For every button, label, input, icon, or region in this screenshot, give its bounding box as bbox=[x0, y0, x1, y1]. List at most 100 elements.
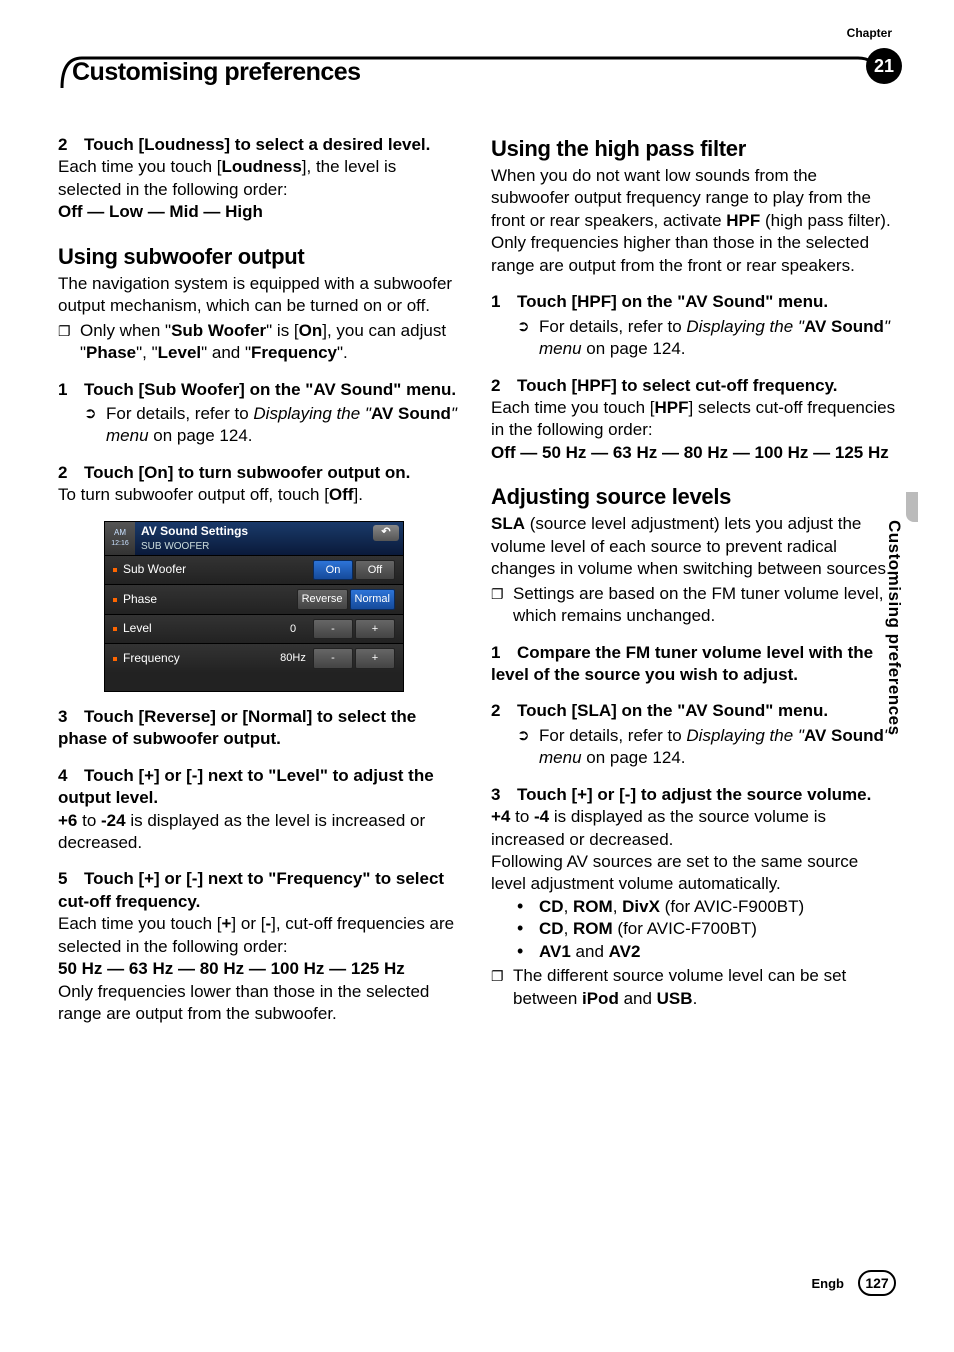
step-number: 5 bbox=[58, 868, 84, 890]
step-body: +6 to -24 is displayed as the level is i… bbox=[58, 810, 463, 855]
note-icon: ❐ bbox=[491, 965, 513, 987]
chapter-label: Chapter bbox=[847, 26, 892, 40]
step-number: 3 bbox=[491, 784, 517, 806]
note-row: ❐ The different source volume level can … bbox=[491, 965, 896, 1010]
device-value: 80Hz bbox=[275, 651, 311, 666]
step: 2Touch [On] to turn subwoofer output on.… bbox=[58, 462, 463, 507]
step-number: 1 bbox=[491, 642, 517, 664]
step-body: Only frequencies lower than those in the… bbox=[58, 981, 463, 1026]
device-row-level: Level 0 - + bbox=[105, 614, 403, 644]
language-label: Engb bbox=[812, 1276, 845, 1291]
section-intro: The navigation system is equipped with a… bbox=[58, 273, 463, 318]
page-title: Customising preferences bbox=[72, 58, 361, 87]
device-on-button[interactable]: On bbox=[313, 560, 353, 581]
step-title: Touch [Loudness] to select a desired lev… bbox=[84, 135, 430, 154]
reference-row: ➲ For details, refer to Displaying the "… bbox=[58, 403, 463, 448]
device-row-label: Level bbox=[123, 621, 275, 637]
device-source-icon: AM 12:16 bbox=[105, 522, 135, 555]
step-number: 2 bbox=[58, 134, 84, 156]
step: 1Touch [HPF] on the "AV Sound" menu. ➲ F… bbox=[491, 291, 896, 360]
reference-text: For details, refer to Displaying the "AV… bbox=[539, 316, 896, 361]
step-title: Compare the FM tuner volume level with t… bbox=[491, 643, 873, 684]
step-title: Touch [On] to turn subwoofer output on. bbox=[84, 463, 410, 482]
device-row-label: Phase bbox=[123, 592, 295, 608]
footer: Engb 127 bbox=[812, 1270, 897, 1296]
step-body: To turn subwoofer output off, touch [Off… bbox=[58, 484, 463, 506]
page-number: 127 bbox=[858, 1270, 896, 1296]
step-title: Touch [Reverse] or [Normal] to select th… bbox=[58, 707, 416, 748]
device-minus-button[interactable]: - bbox=[313, 619, 353, 640]
step: 5Touch [+] or [-] next to "Frequency" to… bbox=[58, 868, 463, 1025]
header-bar: Customising preferences 21 bbox=[58, 54, 896, 90]
section-intro: When you do not want low sounds from the… bbox=[491, 165, 896, 277]
step-number: 3 bbox=[58, 706, 84, 728]
step-title: Touch [+] or [-] to adjust the source vo… bbox=[517, 785, 871, 804]
reference-row: ➲ For details, refer to Displaying the "… bbox=[491, 316, 896, 361]
step-title: Touch [Sub Woofer] on the "AV Sound" men… bbox=[84, 380, 456, 399]
note-text: Settings are based on the FM tuner volum… bbox=[513, 583, 896, 628]
content-columns: 2Touch [Loudness] to select a desired le… bbox=[58, 134, 896, 1242]
right-column: Using the high pass filter When you do n… bbox=[491, 134, 896, 1242]
step-body: +4 to -4 is displayed as the source volu… bbox=[491, 806, 896, 851]
step: 3Touch [Reverse] or [Normal] to select t… bbox=[58, 706, 463, 751]
step-number: 1 bbox=[58, 379, 84, 401]
note-icon: ❐ bbox=[58, 320, 80, 342]
step: 2Touch [SLA] on the "AV Sound" menu. ➲ F… bbox=[491, 700, 896, 769]
section-heading: Using subwoofer output bbox=[58, 242, 463, 271]
step-number: 2 bbox=[58, 462, 84, 484]
section-intro: SLA (source level adjustment) lets you a… bbox=[491, 513, 896, 580]
device-row-subwoofer: Sub Woofer On Off bbox=[105, 555, 403, 585]
list-item: •CD, ROM, DivX (for AVIC-F900BT) bbox=[491, 896, 896, 918]
device-plus-button[interactable]: + bbox=[355, 619, 395, 640]
reference-row: ➲ For details, refer to Displaying the "… bbox=[491, 725, 896, 770]
list-item: •AV1 and AV2 bbox=[491, 941, 896, 963]
device-row-frequency: Frequency 80Hz - + bbox=[105, 643, 403, 673]
device-screenshot: AM 12:16 AV Sound Settings SUB WOOFER ↶ … bbox=[104, 521, 404, 692]
device-value: 0 bbox=[275, 622, 311, 637]
step-title: Touch [HPF] on the "AV Sound" menu. bbox=[517, 292, 828, 311]
section-heading: Adjusting source levels bbox=[491, 482, 896, 511]
device-row-label: Sub Woofer bbox=[123, 562, 311, 578]
reference-icon: ➲ bbox=[517, 725, 539, 747]
step-sequence: Off — 50 Hz — 63 Hz — 80 Hz — 100 Hz — 1… bbox=[491, 442, 896, 464]
step-body: Each time you touch [HPF] selects cut-of… bbox=[491, 397, 896, 442]
note-icon: ❐ bbox=[491, 583, 513, 605]
device-off-button[interactable]: Off bbox=[355, 560, 395, 581]
device-minus-button[interactable]: - bbox=[313, 648, 353, 669]
step-sequence: 50 Hz — 63 Hz — 80 Hz — 100 Hz — 125 Hz bbox=[58, 958, 463, 980]
reference-text: For details, refer to Displaying the "AV… bbox=[539, 725, 896, 770]
step-body: Each time you touch [Loudness], the leve… bbox=[58, 156, 463, 201]
device-row-label: Frequency bbox=[123, 651, 275, 667]
step: 4Touch [+] or [-] next to "Level" to adj… bbox=[58, 765, 463, 855]
step: 1Compare the FM tuner volume level with … bbox=[491, 642, 896, 687]
step: 2Touch [HPF] to select cut-off frequency… bbox=[491, 375, 896, 465]
note-text: The different source volume level can be… bbox=[513, 965, 896, 1010]
step-title: Touch [HPF] to select cut-off frequency. bbox=[517, 376, 838, 395]
device-normal-button[interactable]: Normal bbox=[350, 589, 395, 610]
step-title: Touch [SLA] on the "AV Sound" menu. bbox=[517, 701, 828, 720]
device-header: AM 12:16 AV Sound Settings SUB WOOFER ↶ bbox=[105, 522, 403, 555]
device-plus-button[interactable]: + bbox=[355, 648, 395, 669]
back-icon[interactable]: ↶ bbox=[373, 525, 399, 541]
step-body: Each time you touch [+] or [-], cut-off … bbox=[58, 913, 463, 958]
device-reverse-button[interactable]: Reverse bbox=[297, 589, 348, 610]
list-item: •CD, ROM (for AVIC-F700BT) bbox=[491, 918, 896, 940]
note-row: ❐ Only when "Sub Woofer" is [On], you ca… bbox=[58, 320, 463, 365]
section-heading: Using the high pass filter bbox=[491, 134, 896, 163]
page: Chapter Customising preferences 21 Custo… bbox=[0, 0, 954, 1352]
step-title: Touch [+] or [-] next to "Frequency" to … bbox=[58, 869, 444, 910]
device-row-phase: Phase Reverse Normal bbox=[105, 584, 403, 614]
step-number: 2 bbox=[491, 375, 517, 397]
step: 3Touch [+] or [-] to adjust the source v… bbox=[491, 784, 896, 1010]
step-number: 4 bbox=[58, 765, 84, 787]
left-column: 2Touch [Loudness] to select a desired le… bbox=[58, 134, 463, 1242]
reference-text: For details, refer to Displaying the "AV… bbox=[106, 403, 463, 448]
step: 1Touch [Sub Woofer] on the "AV Sound" me… bbox=[58, 379, 463, 448]
chapter-number-badge: 21 bbox=[866, 48, 902, 84]
step-title: Touch [+] or [-] next to "Level" to adju… bbox=[58, 766, 434, 807]
note-row: ❐ Settings are based on the FM tuner vol… bbox=[491, 583, 896, 628]
step-sequence: Off — Low — Mid — High bbox=[58, 201, 463, 223]
device-title: AV Sound Settings SUB WOOFER ↶ bbox=[135, 522, 403, 555]
step-number: 1 bbox=[491, 291, 517, 313]
step-number: 2 bbox=[491, 700, 517, 722]
